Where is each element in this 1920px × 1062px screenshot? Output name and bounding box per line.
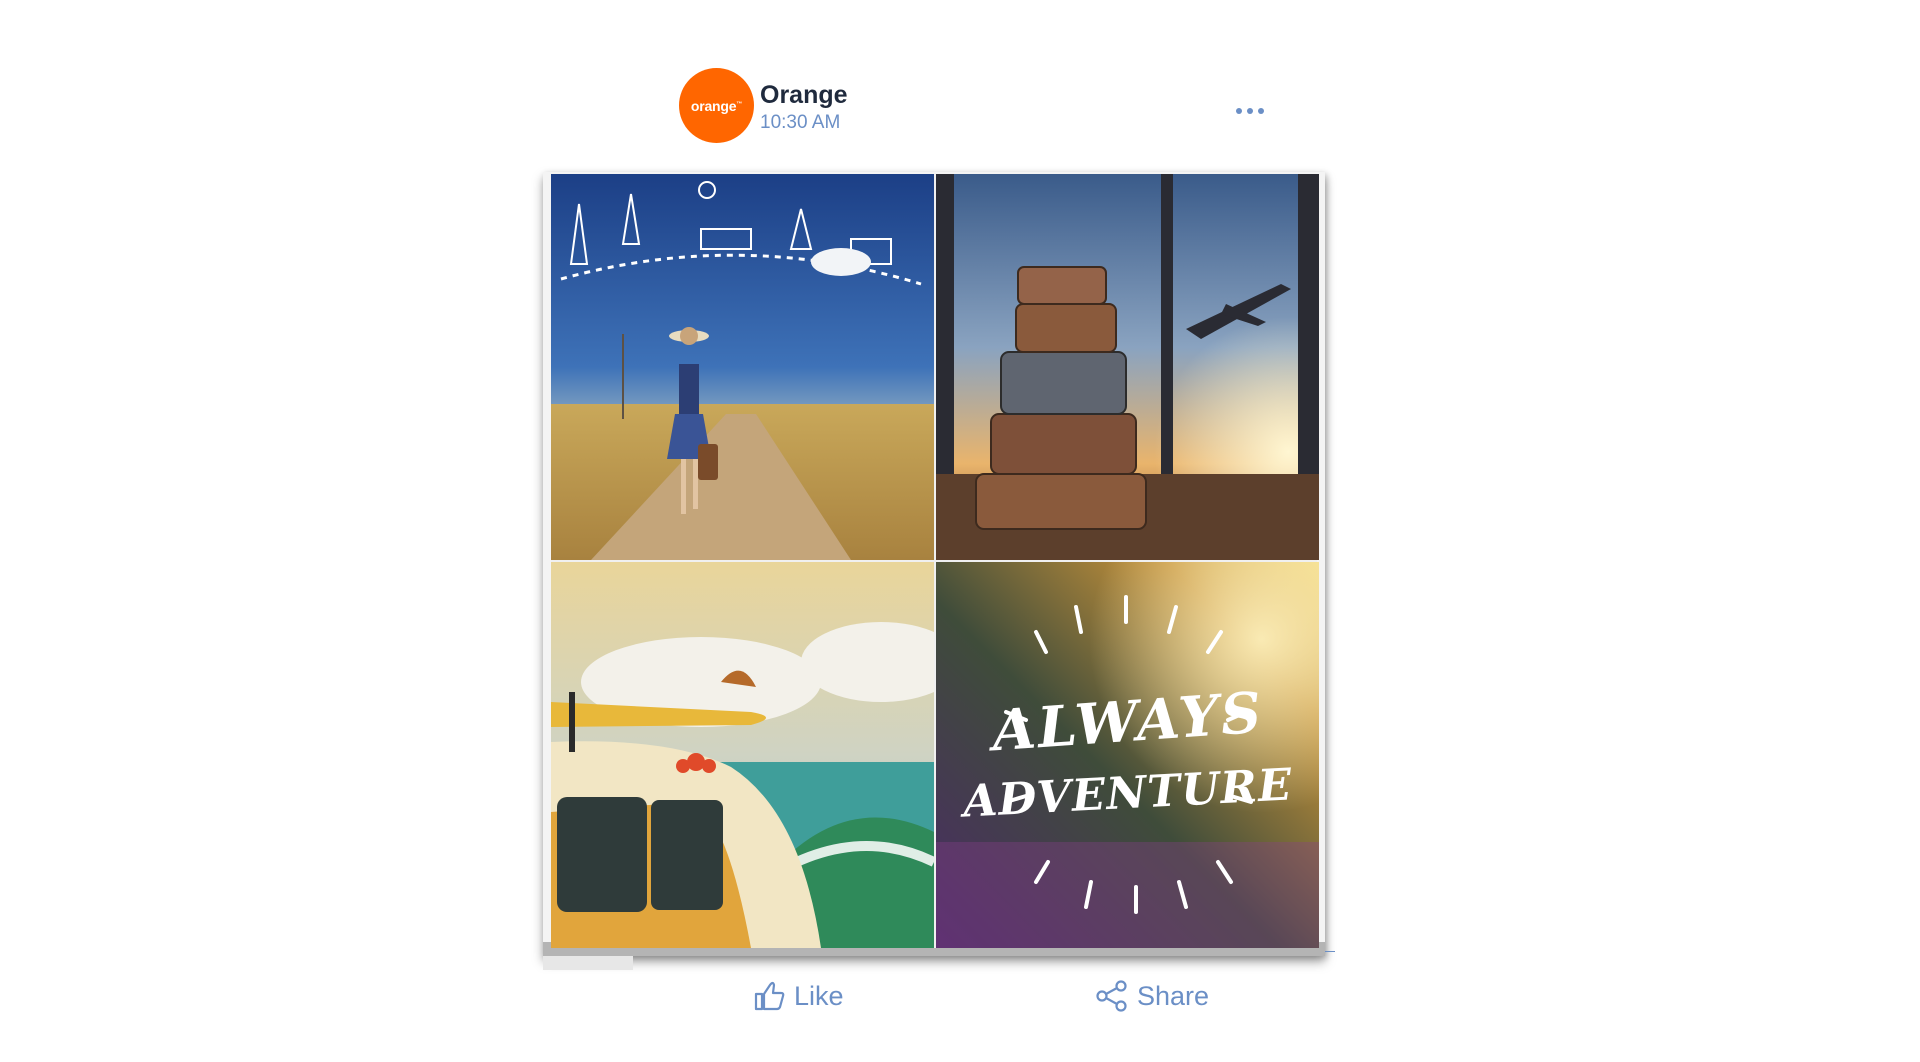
thumbs-up-icon <box>754 981 785 1011</box>
share-icon <box>1096 980 1127 1012</box>
page-name[interactable]: Orange <box>760 81 848 110</box>
always-adventure-text: ALWAYS ADVENTURE <box>936 562 1319 948</box>
card-bottom-stub <box>543 956 633 970</box>
photo-collage: ALWAYS ADVENTURE <box>551 174 1319 948</box>
post-header: orange™ Orange 10:30 AM <box>679 68 1279 148</box>
post-actions: Like Share <box>0 976 1920 1026</box>
avatar[interactable]: orange™ <box>679 68 754 143</box>
more-dot-icon <box>1247 108 1253 114</box>
photo-always-adventure[interactable]: ALWAYS ADVENTURE <box>936 562 1319 948</box>
avatar-logo-text: orange™ <box>690 97 743 114</box>
photo-girl-on-road[interactable] <box>551 174 934 560</box>
like-label: Like <box>794 980 844 1011</box>
post-image-card[interactable]: ALWAYS ADVENTURE <box>543 172 1325 970</box>
more-dot-icon <box>1236 108 1242 114</box>
overlay-line-adventure: ADVENTURE <box>961 759 1294 828</box>
photo-van-surfboard[interactable] <box>551 562 934 948</box>
more-options-button[interactable] <box>1228 100 1272 122</box>
share-button[interactable]: Share <box>1095 976 1209 1016</box>
card-edge-line <box>1325 951 1335 952</box>
like-button[interactable]: Like <box>752 976 844 1016</box>
post-timestamp[interactable]: 10:30 AM <box>760 112 840 134</box>
more-dot-icon <box>1258 108 1264 114</box>
overlay-line-always: ALWAYS <box>989 679 1266 764</box>
photo-suitcases-airplane[interactable] <box>936 174 1319 560</box>
share-label: Share <box>1137 980 1210 1011</box>
